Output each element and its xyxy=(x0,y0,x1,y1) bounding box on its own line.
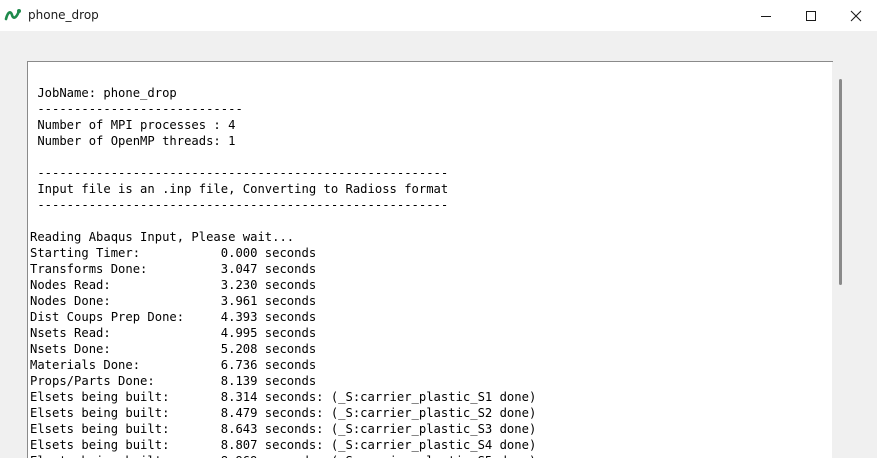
console-lines: JobName: phone_drop --------------------… xyxy=(30,85,536,458)
console-line: Materials Done: 6.736 seconds xyxy=(30,358,317,372)
console-line: ---------------------------- xyxy=(30,102,243,116)
title-bar[interactable]: phone_drop xyxy=(0,0,877,31)
console-line: Starting Timer: 0.000 seconds xyxy=(30,246,317,260)
app-logo-icon xyxy=(4,7,22,23)
console-line: Number of MPI processes : 4 xyxy=(30,118,236,132)
console-line: Nsets Read: 4.995 seconds xyxy=(30,326,317,340)
console-line: Transforms Done: 3.047 seconds xyxy=(30,262,317,276)
console-line: Number of OpenMP threads: 1 xyxy=(30,134,236,148)
console-line: Reading Abaqus Input, Please wait... xyxy=(30,230,295,244)
scrollbar-thumb[interactable] xyxy=(839,79,842,285)
console-window: phone_drop JobName: phone_drop ---------… xyxy=(0,0,877,458)
close-icon xyxy=(850,10,862,22)
maximize-icon xyxy=(805,10,817,22)
minimize-button[interactable] xyxy=(743,0,789,31)
console-line: Elsets being built: 8.807 seconds: (_S:c… xyxy=(30,438,537,452)
vertical-scrollbar[interactable] xyxy=(832,62,849,458)
console-line: Nsets Done: 5.208 seconds xyxy=(30,342,317,356)
console-line: Elsets being built: 8.643 seconds: (_S:c… xyxy=(30,422,537,436)
window-title: phone_drop xyxy=(28,8,99,22)
console-line: Props/Parts Done: 8.139 seconds xyxy=(30,374,317,388)
console-line: ----------------------------------------… xyxy=(30,166,449,180)
console-line: Elsets being built: 8.969 seconds: (_S:c… xyxy=(30,453,536,458)
console-line: Elsets being built: 8.314 seconds: (_S:c… xyxy=(30,390,537,404)
console-line: Nodes Read: 3.230 seconds xyxy=(30,278,317,292)
console-line: ----------------------------------------… xyxy=(30,198,449,212)
maximize-button[interactable] xyxy=(788,0,834,31)
console-line: JobName: phone_drop xyxy=(30,86,177,100)
console-line: Dist Coups Prep Done: 4.393 seconds xyxy=(30,310,317,324)
console-line: Elsets being built: 8.479 seconds: (_S:c… xyxy=(30,406,537,420)
close-button[interactable] xyxy=(833,0,877,31)
console-output[interactable]: JobName: phone_drop --------------------… xyxy=(27,61,833,458)
console-line: Nodes Done: 3.961 seconds xyxy=(30,294,317,308)
console-line: Input file is an .inp file, Converting t… xyxy=(30,182,449,196)
minimize-icon xyxy=(760,10,772,22)
